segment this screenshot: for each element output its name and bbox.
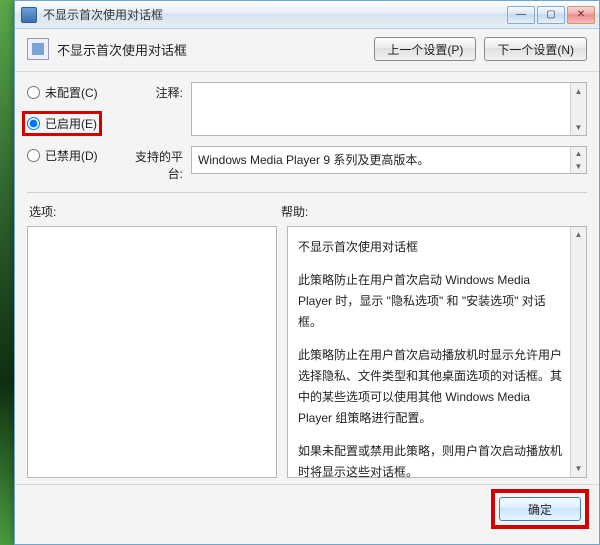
panel-labels: 选项: 帮助: (15, 193, 599, 226)
panels: 不显示首次使用对话框 此策略防止在用户首次启动 Windows Media Pl… (15, 226, 599, 484)
previous-setting-button[interactable]: 上一个设置(P) (374, 37, 476, 61)
radio-disabled-input[interactable] (27, 149, 40, 162)
policy-title: 不显示首次使用对话框 (57, 40, 374, 59)
radio-enabled-label: 已启用(E) (45, 115, 97, 132)
platform-label: 支持的平台: (127, 146, 191, 182)
radio-not-configured-input[interactable] (27, 86, 40, 99)
platform-scrollbar[interactable]: ▲ ▼ (570, 147, 586, 173)
upper-right: 注释: ▲ ▼ 支持的平台: Windows Media Player 9 系列… (127, 82, 587, 182)
options-panel (27, 226, 277, 478)
upper-section: 未配置(C) 已启用(E) 已禁用(D) 注释: ▲ (15, 72, 599, 190)
comment-scrollbar[interactable]: ▲ ▼ (570, 83, 586, 135)
radio-not-configured[interactable]: 未配置(C) (27, 84, 127, 101)
radio-disabled-label: 已禁用(D) (45, 147, 98, 164)
help-paragraph: 此策略防止在用户首次启动 Windows Media Player 时，显示 "… (298, 270, 566, 333)
radio-enabled[interactable]: 已启用(E) (27, 115, 97, 132)
footer: 确定 (15, 484, 599, 535)
window-icon (21, 7, 37, 23)
window-title: 不显示首次使用对话框 (43, 6, 507, 23)
nav-buttons: 上一个设置(P) 下一个设置(N) (374, 37, 587, 61)
policy-icon (27, 38, 49, 60)
header: 不显示首次使用对话框 上一个设置(P) 下一个设置(N) (15, 29, 599, 72)
platform-row: 支持的平台: Windows Media Player 9 系列及更高版本。 ▲… (127, 146, 587, 182)
comment-label: 注释: (127, 82, 191, 136)
scroll-down-icon[interactable]: ▼ (571, 160, 586, 173)
state-radios: 未配置(C) 已启用(E) 已禁用(D) (27, 82, 127, 182)
scroll-up-icon[interactable]: ▲ (571, 227, 586, 243)
comment-row: 注释: ▲ ▼ (127, 82, 587, 136)
policy-editor-window: 不显示首次使用对话框 — ▢ ✕ 不显示首次使用对话框 上一个设置(P) 下一个… (14, 0, 600, 545)
ok-button[interactable]: 确定 (499, 497, 581, 521)
platform-text: Windows Media Player 9 系列及更高版本。 (198, 153, 429, 167)
maximize-button[interactable]: ▢ (537, 6, 565, 24)
radio-enabled-input[interactable] (27, 117, 40, 130)
close-button[interactable]: ✕ (567, 6, 595, 24)
help-scrollbar[interactable]: ▲ ▼ (570, 227, 586, 477)
minimize-button[interactable]: — (507, 6, 535, 24)
enabled-highlight: 已启用(E) (25, 114, 99, 133)
scroll-thumb[interactable] (571, 99, 586, 119)
platform-box: Windows Media Player 9 系列及更高版本。 ▲ ▼ (191, 146, 587, 174)
scroll-up-icon[interactable]: ▲ (571, 147, 586, 160)
desktop-background (0, 0, 14, 545)
scroll-thumb[interactable] (571, 243, 586, 461)
help-paragraph: 此策略防止在用户首次启动播放机时显示允许用户选择隐私、文件类型和其他桌面选项的对… (298, 345, 566, 429)
scroll-up-icon[interactable]: ▲ (571, 83, 586, 99)
radio-disabled[interactable]: 已禁用(D) (27, 147, 127, 164)
titlebar[interactable]: 不显示首次使用对话框 — ▢ ✕ (15, 1, 599, 29)
help-paragraph: 不显示首次使用对话框 (298, 237, 566, 258)
scroll-down-icon[interactable]: ▼ (571, 119, 586, 135)
help-label: 帮助: (281, 203, 585, 220)
radio-not-configured-label: 未配置(C) (45, 84, 98, 101)
ok-highlight: 确定 (495, 493, 585, 525)
window-buttons: — ▢ ✕ (507, 6, 595, 24)
help-panel: 不显示首次使用对话框 此策略防止在用户首次启动 Windows Media Pl… (287, 226, 587, 478)
scroll-down-icon[interactable]: ▼ (571, 461, 586, 477)
help-paragraph: 如果未配置或禁用此策略，则用户首次启动播放机时将显示这些对话框。 (298, 441, 566, 483)
options-label: 选项: (29, 203, 281, 220)
comment-textarea[interactable]: ▲ ▼ (191, 82, 587, 136)
next-setting-button[interactable]: 下一个设置(N) (484, 37, 587, 61)
